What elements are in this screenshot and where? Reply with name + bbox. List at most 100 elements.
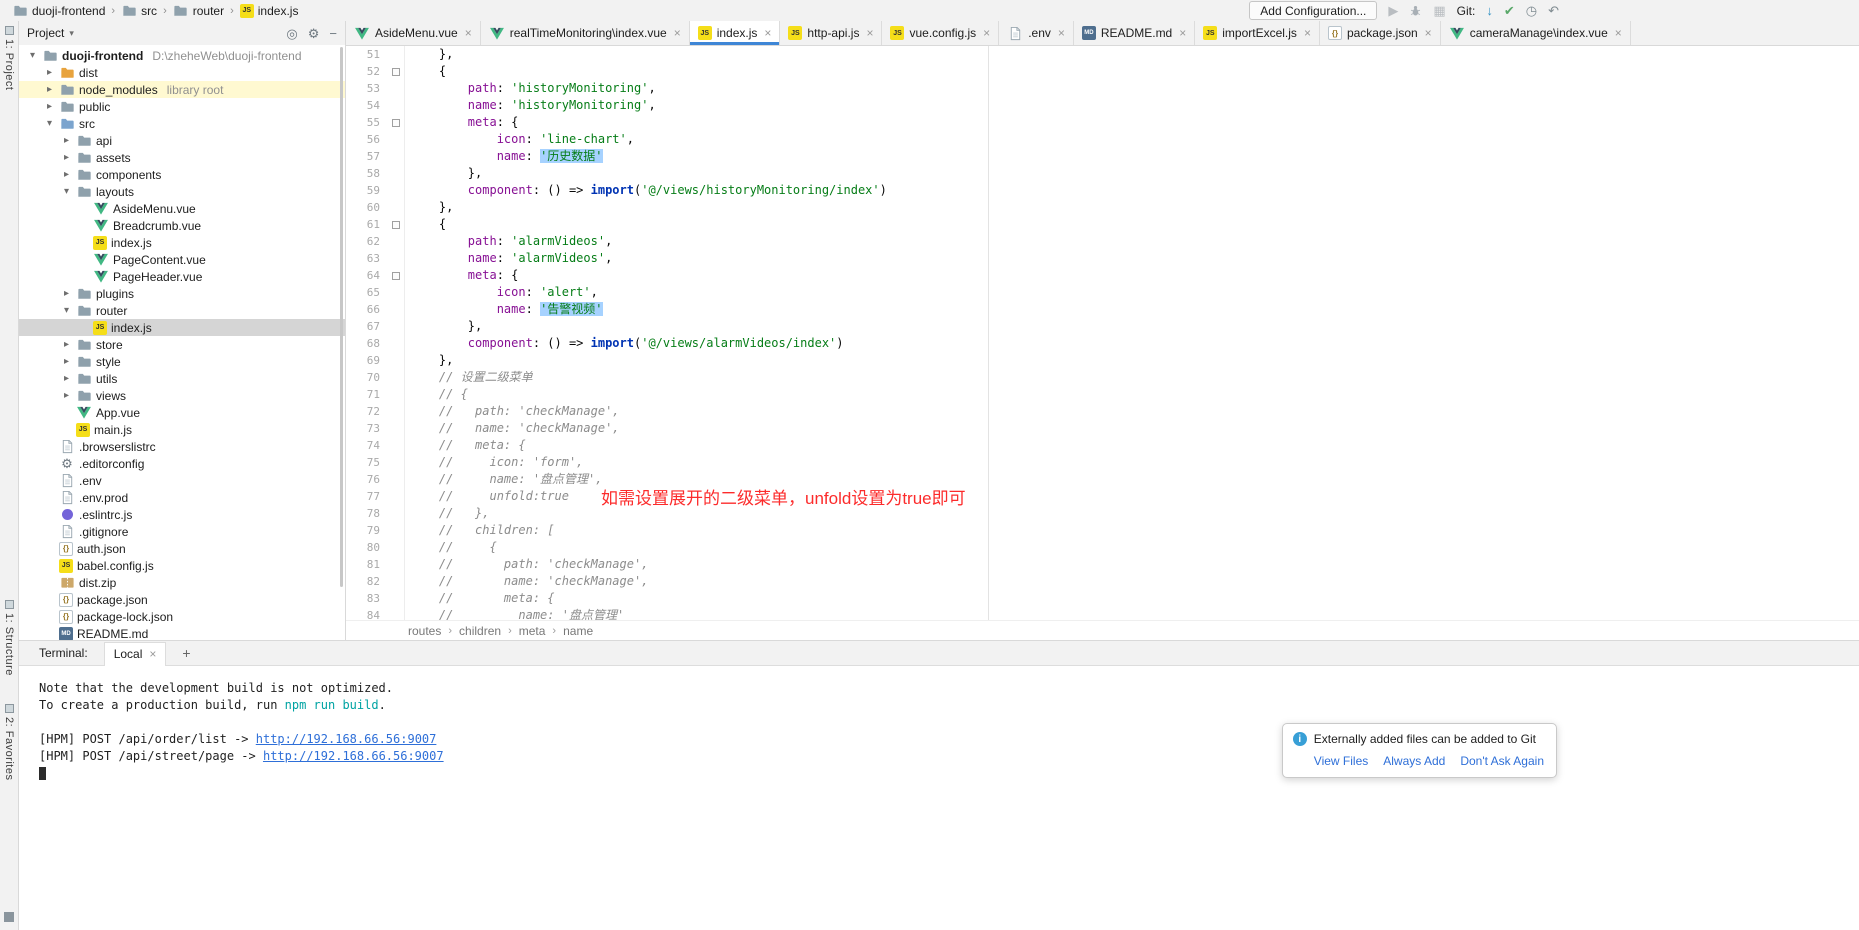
line-number[interactable]: 53 bbox=[346, 80, 388, 97]
code-line[interactable]: 70 // 设置二级菜单 bbox=[346, 369, 1859, 386]
collapse-arrow-icon[interactable]: ▾ bbox=[44, 118, 55, 129]
line-number[interactable]: 81 bbox=[346, 556, 388, 573]
editor-tab[interactable]: {}package.json× bbox=[1320, 21, 1441, 45]
line-number[interactable]: 51 bbox=[346, 46, 388, 63]
expand-arrow-icon[interactable]: ▸ bbox=[61, 135, 72, 146]
tree-item[interactable]: .env.prod bbox=[19, 489, 345, 506]
tree-item[interactable]: ▾src bbox=[19, 115, 345, 132]
tree-item[interactable]: {}auth.json bbox=[19, 540, 345, 557]
code-line[interactable]: 80 // { bbox=[346, 539, 1859, 556]
line-number[interactable]: 71 bbox=[346, 386, 388, 403]
close-icon[interactable]: × bbox=[1058, 26, 1065, 40]
line-number[interactable]: 63 bbox=[346, 250, 388, 267]
line-number[interactable]: 79 bbox=[346, 522, 388, 539]
structure-tool-button[interactable]: 1: Structure bbox=[3, 600, 15, 676]
expand-arrow-icon[interactable]: ▸ bbox=[61, 373, 72, 384]
git-commit-icon[interactable]: ✔ bbox=[1504, 4, 1515, 17]
editor-tab[interactable]: JSimportExcel.js× bbox=[1195, 21, 1320, 45]
code-line[interactable]: 83 // meta: { bbox=[346, 590, 1859, 607]
code-line[interactable]: 69 }, bbox=[346, 352, 1859, 369]
terminal-link[interactable]: http://192.168.66.56:9007 bbox=[256, 732, 437, 746]
line-number[interactable]: 73 bbox=[346, 420, 388, 437]
code-line[interactable]: 56 icon: 'line-chart', bbox=[346, 131, 1859, 148]
code-line[interactable]: 84 // name: '盘点管理' bbox=[346, 607, 1859, 620]
tree-item[interactable]: {}package-lock.json bbox=[19, 608, 345, 625]
tree-item[interactable]: ▸assets bbox=[19, 149, 345, 166]
tree-item[interactable]: ▸dist bbox=[19, 64, 345, 81]
code-line[interactable]: 82 // name: 'checkManage', bbox=[346, 573, 1859, 590]
tree-item[interactable]: PageContent.vue bbox=[19, 251, 345, 268]
editor-tab[interactable]: JShttp-api.js× bbox=[780, 21, 882, 45]
breadcrumb-item[interactable]: JSindex.js bbox=[238, 4, 301, 18]
line-number[interactable]: 72 bbox=[346, 403, 388, 420]
code-line[interactable]: 78 // }, bbox=[346, 505, 1859, 522]
terminal-tab-local[interactable]: Local × bbox=[104, 642, 167, 666]
expand-arrow-icon[interactable]: ▸ bbox=[61, 152, 72, 163]
project-tool-button[interactable]: 1: Project bbox=[3, 26, 15, 90]
line-number[interactable]: 75 bbox=[346, 454, 388, 471]
tree-item[interactable]: .browserslistrc bbox=[19, 438, 345, 455]
close-icon[interactable]: × bbox=[1179, 26, 1186, 40]
line-number[interactable]: 59 bbox=[346, 182, 388, 199]
line-number[interactable]: 57 bbox=[346, 148, 388, 165]
hide-panel-icon[interactable]: − bbox=[329, 27, 337, 40]
editor-tab[interactable]: cameraManage\index.vue× bbox=[1441, 21, 1631, 45]
terminal-link[interactable]: http://192.168.66.56:9007 bbox=[263, 749, 444, 763]
expand-arrow-icon[interactable]: ▸ bbox=[61, 169, 72, 180]
line-number[interactable]: 62 bbox=[346, 233, 388, 250]
expand-arrow-icon[interactable]: ▸ bbox=[44, 101, 55, 112]
line-number[interactable]: 82 bbox=[346, 573, 388, 590]
code-line[interactable]: 58 }, bbox=[346, 165, 1859, 182]
git-update-icon[interactable]: ↓ bbox=[1486, 4, 1493, 17]
editor-tab[interactable]: AsideMenu.vue× bbox=[346, 21, 481, 45]
code-line[interactable]: 74 // meta: { bbox=[346, 437, 1859, 454]
line-number[interactable]: 76 bbox=[346, 471, 388, 488]
tree-item[interactable]: Breadcrumb.vue bbox=[19, 217, 345, 234]
editor-breadcrumb-item[interactable]: children bbox=[459, 624, 501, 638]
breadcrumb-item[interactable]: router bbox=[171, 3, 226, 19]
code-line[interactable]: 68 component: () => import('@/views/alar… bbox=[346, 335, 1859, 352]
fold-marker-icon[interactable] bbox=[392, 272, 400, 280]
code-line[interactable]: 66 name: '告警视频' bbox=[346, 301, 1859, 318]
expand-arrow-icon[interactable]: ▸ bbox=[61, 339, 72, 350]
code-line[interactable]: 81 // path: 'checkManage', bbox=[346, 556, 1859, 573]
editor-breadcrumb-item[interactable]: meta bbox=[519, 624, 546, 638]
add-configuration-button[interactable]: Add Configuration... bbox=[1249, 1, 1377, 20]
code-line[interactable]: 52 { bbox=[346, 63, 1859, 80]
editor-breadcrumb-item[interactable]: routes bbox=[408, 624, 441, 638]
editor-tab[interactable]: realTimeMonitoring\index.vue× bbox=[481, 21, 690, 45]
tree-item[interactable]: ▸views bbox=[19, 387, 345, 404]
line-number[interactable]: 64 bbox=[346, 267, 388, 284]
line-number[interactable]: 80 bbox=[346, 539, 388, 556]
tree-item[interactable]: .eslintrc.js bbox=[19, 506, 345, 523]
code-line[interactable]: 73 // name: 'checkManage', bbox=[346, 420, 1859, 437]
tree-item[interactable]: App.vue bbox=[19, 404, 345, 421]
project-view-selector[interactable]: Project ▾ bbox=[27, 26, 74, 40]
breadcrumb-item[interactable]: src bbox=[119, 3, 159, 19]
tree-item[interactable]: ⚙.editorconfig bbox=[19, 455, 345, 472]
tree-item[interactable]: ▸style bbox=[19, 353, 345, 370]
tree-item[interactable]: JSmain.js bbox=[19, 421, 345, 438]
history-icon[interactable]: ◷ bbox=[1526, 4, 1537, 17]
code-line[interactable]: 75 // icon: 'form', bbox=[346, 454, 1859, 471]
tree-item[interactable]: PageHeader.vue bbox=[19, 268, 345, 285]
code-line[interactable]: 71 // { bbox=[346, 386, 1859, 403]
code-line[interactable]: 51 }, bbox=[346, 46, 1859, 63]
close-icon[interactable]: × bbox=[764, 26, 771, 40]
code-line[interactable]: 67 }, bbox=[346, 318, 1859, 335]
line-number[interactable]: 52 bbox=[346, 63, 388, 80]
close-icon[interactable]: × bbox=[983, 26, 990, 40]
line-number[interactable]: 77 bbox=[346, 488, 388, 505]
editor-tab[interactable]: .env× bbox=[999, 21, 1074, 45]
breadcrumb-item[interactable]: duoji-frontend bbox=[10, 3, 107, 19]
line-number[interactable]: 84 bbox=[346, 607, 388, 620]
code-line[interactable]: 65 icon: 'alert', bbox=[346, 284, 1859, 301]
line-number[interactable]: 60 bbox=[346, 199, 388, 216]
line-number[interactable]: 74 bbox=[346, 437, 388, 454]
editor-breadcrumb-item[interactable]: name bbox=[563, 624, 593, 638]
close-icon[interactable]: × bbox=[149, 647, 156, 661]
run-icon[interactable]: ▶ bbox=[1388, 4, 1398, 17]
collapse-arrow-icon[interactable]: ▾ bbox=[27, 50, 38, 61]
close-icon[interactable]: × bbox=[1425, 26, 1432, 40]
editor-tab[interactable]: MDREADME.md× bbox=[1074, 21, 1195, 45]
